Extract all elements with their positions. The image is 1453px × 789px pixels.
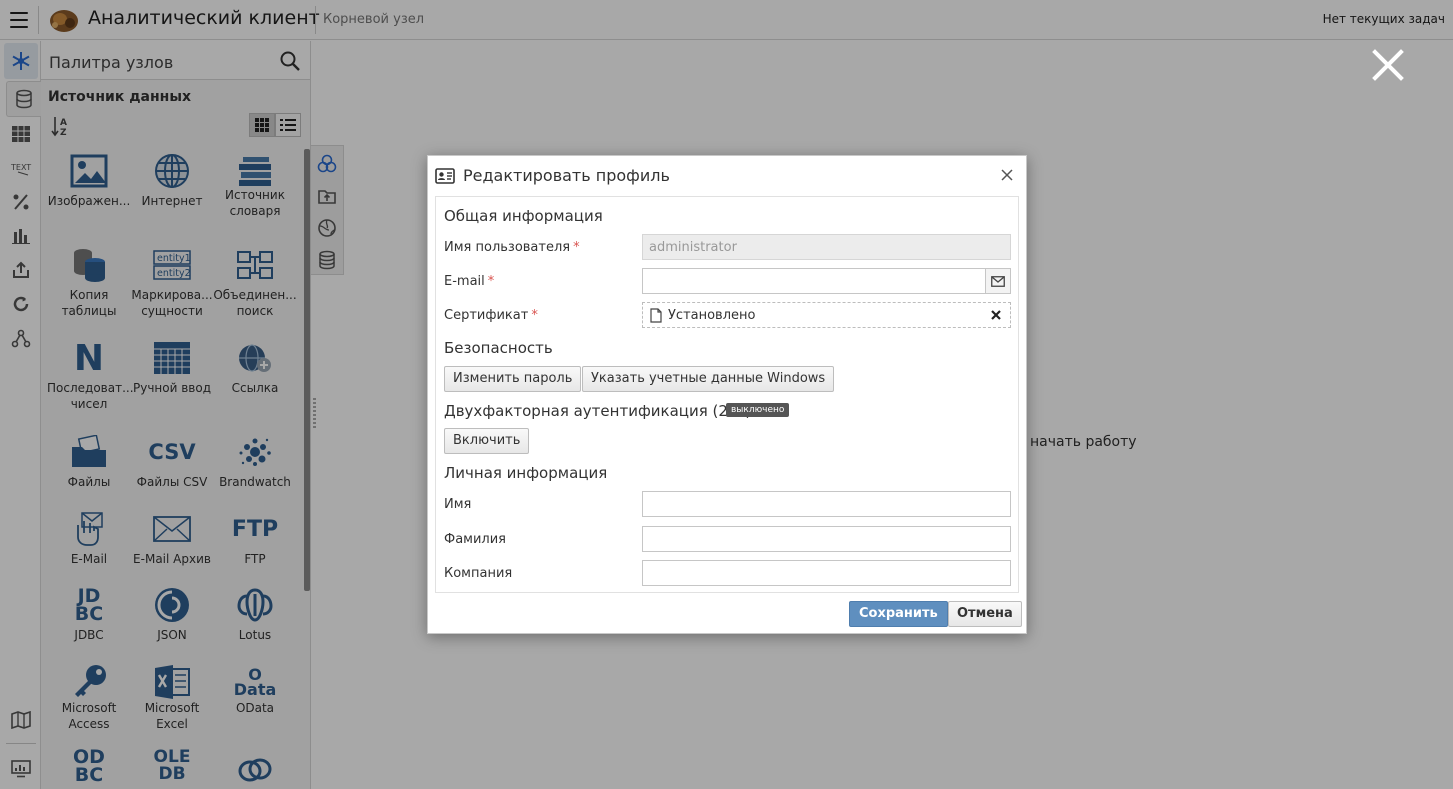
id-card-icon — [435, 168, 455, 184]
change-password-button[interactable]: Изменить пароль — [444, 366, 582, 392]
email-field[interactable] — [642, 268, 986, 294]
dialog-body: Общая информация Имя пользователя* E-mai… — [435, 196, 1019, 593]
personal-section-title: Личная информация — [444, 464, 608, 482]
certificate-label: Сертификат * — [444, 308, 538, 323]
last-name-field[interactable] — [642, 526, 1011, 552]
cancel-button[interactable]: Отмена — [948, 601, 1022, 627]
save-button[interactable]: Сохранить — [849, 601, 948, 627]
certificate-field[interactable]: Установлено — [642, 302, 1011, 328]
close-icon[interactable] — [1371, 48, 1405, 82]
username-field[interactable] — [642, 234, 1011, 260]
remove-certificate-icon[interactable] — [991, 310, 1001, 320]
enable-2fa-button[interactable]: Включить — [444, 428, 530, 454]
twofa-section-title: Двухфакторная аутентификация (2FA) — [444, 402, 752, 420]
first-name-label: Имя — [444, 497, 472, 512]
edit-profile-dialog: Редактировать профиль Общая информация И… — [427, 155, 1027, 634]
last-name-label: Фамилия — [444, 532, 506, 547]
envelope-icon — [991, 275, 1005, 287]
username-label: Имя пользователя * — [444, 240, 580, 255]
email-label: E-mail * — [444, 274, 495, 289]
dialog-close-icon[interactable] — [1000, 168, 1014, 182]
certificate-value: Установлено — [668, 308, 756, 323]
security-section-title: Безопасность — [444, 339, 553, 357]
windows-credentials-button[interactable]: Указать учетные данные Windows — [582, 366, 835, 392]
twofa-status-badge: выключено — [726, 403, 790, 417]
dialog-header: Редактировать профиль — [428, 156, 1026, 196]
file-icon — [650, 308, 662, 323]
dialog-title: Редактировать профиль — [463, 166, 670, 185]
company-field[interactable] — [642, 560, 1011, 586]
company-label: Компания — [444, 566, 513, 581]
first-name-field[interactable] — [642, 491, 1011, 517]
general-section-title: Общая информация — [444, 207, 603, 225]
email-send-button[interactable] — [985, 268, 1011, 294]
